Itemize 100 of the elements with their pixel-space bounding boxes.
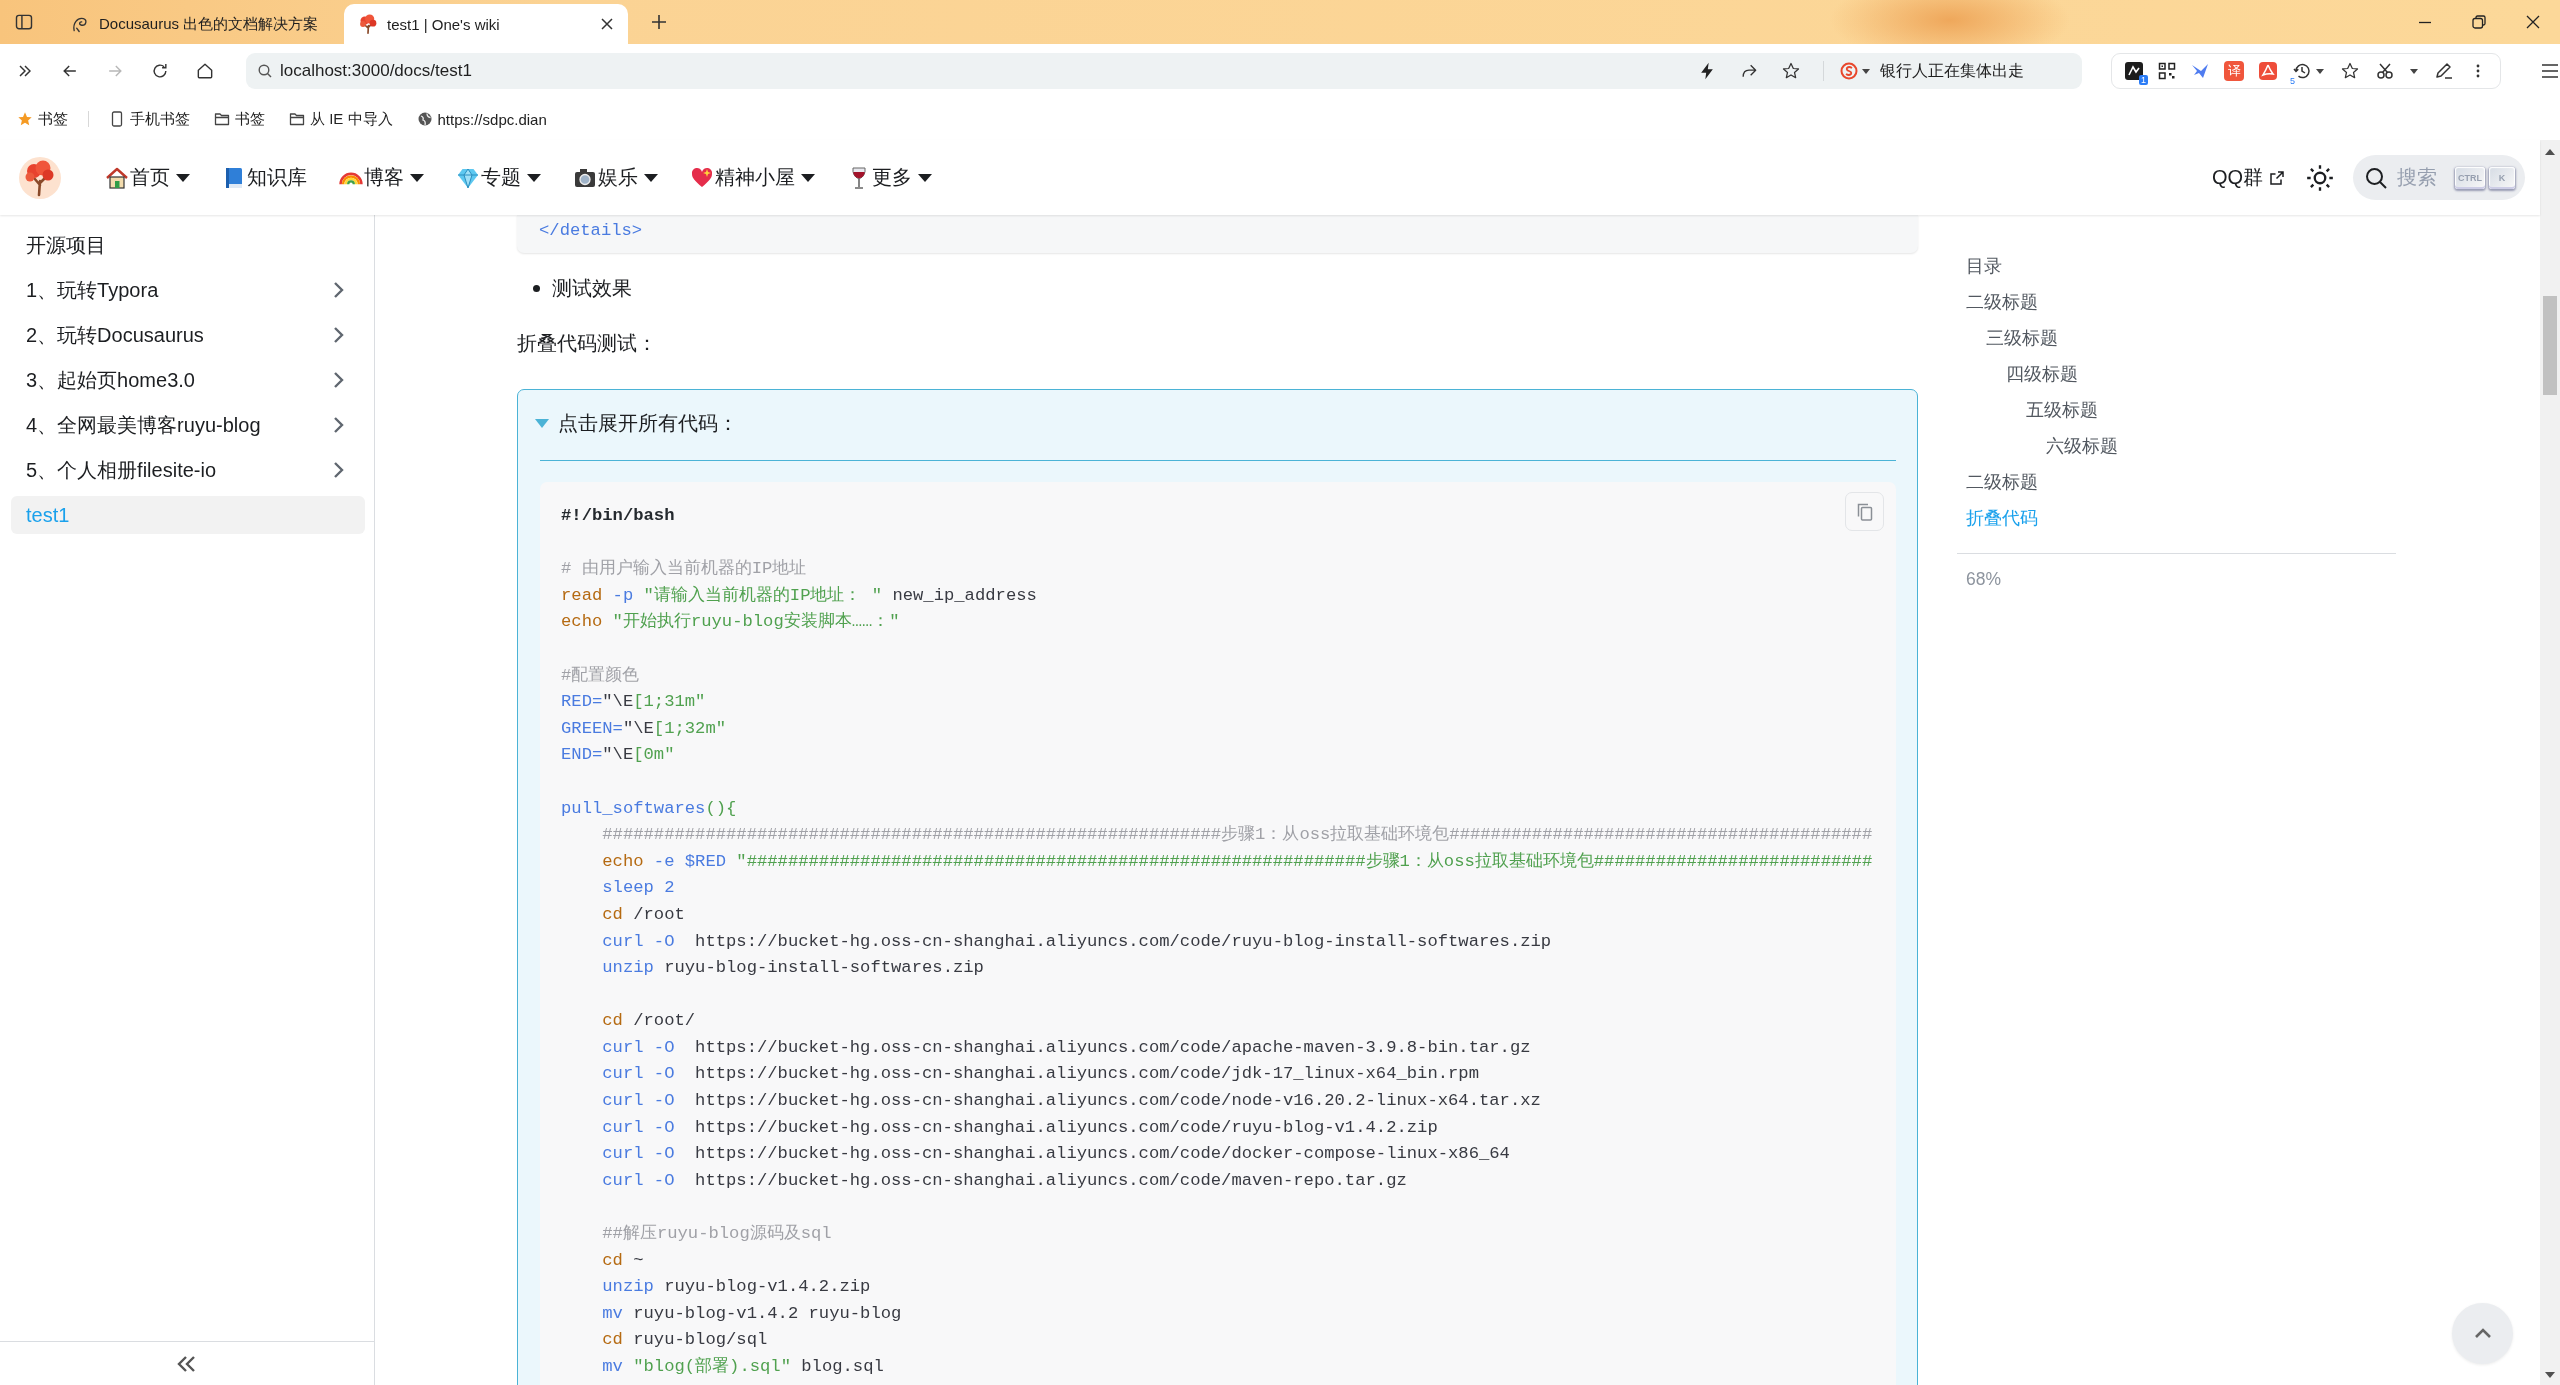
sidebar-link[interactable]: 4、全网最美博客ruyu-blog [11, 406, 365, 444]
code-line: unzip ruyu-blog-v1.4.2.zip [602, 1276, 871, 1299]
sidebar-toggle-icon[interactable] [14, 12, 34, 32]
paragraph: 折叠代码测试： [517, 331, 658, 356]
theme-toggle-sun-icon[interactable] [2306, 163, 2334, 192]
toc-link[interactable]: 五级标题 [2017, 392, 2098, 428]
code-line: GREEN="\E[1;32m" [561, 717, 727, 740]
keyboard-key: K [2489, 166, 2515, 189]
toc-link[interactable]: 目录 [1957, 248, 2002, 284]
nav-link[interactable]: 精神小屋 [674, 157, 831, 198]
code-line: curl -O https://bucket-hg.oss-cn-shanghai.aliyuncs.com/code/maven-repo.tar.gz [602, 1169, 1407, 1192]
star-icon[interactable] [1781, 61, 1801, 81]
code-line: curl -O https://bucket-hg.oss-cn-shanghai.aliyuncs.com/code/ruyu-blog-install-softwares.zip [602, 930, 1552, 953]
nav-link[interactable]: 更多 [831, 157, 948, 198]
code-line: read -p "请输入当前机器的IP地址： " new_ip_address [561, 584, 1037, 607]
close-window-icon[interactable] [2525, 14, 2541, 30]
home-icon[interactable] [195, 61, 215, 81]
star-icon[interactable] [2340, 61, 2360, 81]
phone-icon [109, 111, 125, 127]
code-line: curl -O https://bucket-hg.oss-cn-shanghai.aliyuncs.com/code/apache-maven-3.9.8-bin.tar.gz [602, 1036, 1531, 1059]
sidebar-link[interactable]: 2、玩转Docusaurus [11, 316, 365, 354]
caret-icon[interactable] [1862, 68, 1870, 74]
reload-icon[interactable] [150, 61, 170, 81]
bookmark-link[interactable]: 手机书签 [109, 109, 190, 129]
code-line: pull_softwares(){ [561, 797, 737, 820]
code-line: cd /root/ [602, 1010, 696, 1033]
scroll-down-arrow-icon[interactable] [2545, 1372, 2555, 1378]
menu-icon[interactable] [2540, 61, 2560, 81]
nav-link[interactable]: 娱乐 [557, 157, 674, 198]
toc-link[interactable]: 二级标题 [1957, 284, 2038, 320]
folder-icon [214, 111, 230, 127]
code-line: mv ruyu-blog-v1.4.2 ruyu-blog [602, 1302, 902, 1325]
tree-logo[interactable] [19, 156, 61, 199]
nav-link[interactable]: 专题 [440, 157, 557, 198]
count-badge: 1 [2139, 75, 2148, 85]
rainbow-icon [339, 170, 363, 185]
toc-link[interactable]: 三级标题 [1977, 320, 2058, 356]
nav-link[interactable]: 知识库 [206, 157, 323, 198]
folder-icon [289, 111, 305, 127]
code-line: </details> [539, 220, 643, 242]
restore-icon[interactable] [2471, 14, 2487, 30]
nav-link[interactable]: 首页 [89, 157, 206, 198]
bookmarks-menu-button[interactable]: 书签 [17, 109, 68, 129]
toc-link[interactable]: 四级标题 [1997, 356, 2078, 392]
qq-group-link[interactable]: QQ群 [2211, 157, 2284, 198]
house-icon [105, 165, 129, 190]
sidebar-link[interactable]: 5、个人相册filesite-io [11, 451, 365, 489]
bookmark-link[interactable]: https://sdpc.dian [416, 110, 547, 128]
search-engine-icon[interactable] [1840, 62, 1858, 80]
bookmark-link[interactable]: 书签 [214, 109, 265, 129]
code-line: #配置颜色 [561, 664, 640, 687]
code-line: #!/bin/bash [561, 505, 675, 527]
details-summary[interactable]: 点击展开所有代码： [535, 407, 738, 440]
browser-tab[interactable]: Docusaurus 出色的文档解决方案 [56, 4, 340, 44]
pen-icon[interactable] [2434, 61, 2454, 81]
code-line: cd /root [602, 903, 685, 926]
code-line: curl -O https://bucket-hg.oss-cn-shanghai.aliyuncs.com/code/docker-compose-linux-x86_64 [602, 1143, 1510, 1166]
code-line: echo -e $RED "############################################################步骤1：从oss拉取基础环境包########################### [602, 850, 1873, 873]
percentage-text: 68% [1965, 568, 2002, 591]
code-line: curl -O https://bucket-hg.oss-cn-shanghai.aliyuncs.com/code/node-v16.20.2-linux-x64.tar.xz [602, 1090, 1541, 1113]
scissors-icon[interactable] [2376, 61, 2396, 81]
toc-link[interactable]: 六级标题 [2037, 428, 2118, 464]
copy-button[interactable] [1845, 492, 1884, 531]
close-tab-icon[interactable] [600, 17, 614, 31]
code-line: echo "开始执行ruyu-blog安装脚本……：" [561, 610, 900, 634]
new-tab-icon[interactable] [650, 13, 668, 31]
scroll-up-arrow-icon[interactable] [2545, 149, 2555, 155]
sidebar-link[interactable]: 开源项目 [11, 226, 365, 264]
bullet-icon [533, 285, 540, 292]
triangle-tile-icon[interactable] [2258, 61, 2278, 81]
tree-icon [358, 14, 378, 34]
code-line: curl -O https://bucket-hg.oss-cn-shanghai.aliyuncs.com/code/ruyu-blog-v1.4.2.zip [602, 1116, 1438, 1139]
heart-icon [690, 165, 714, 190]
search-icon [257, 63, 273, 79]
nav-link[interactable]: 博客 [323, 157, 440, 198]
browser-tab[interactable]: test1 | One's wiki [344, 4, 628, 44]
code-line: sleep 2 [602, 877, 675, 900]
code-line: curl -O https://bucket-hg.oss-cn-shanghai.aliyuncs.com/code/jdk-17_linux-x64_bin.rpm [602, 1063, 1479, 1086]
code-line: ############################################################步骤1：从oss拉取基础环境包######################################### [602, 823, 1873, 847]
globe-icon [416, 111, 433, 127]
star-icon [17, 111, 33, 127]
code-line: mv "blog(部署).sql" blog.sql [602, 1356, 884, 1378]
scrollbar-thumb[interactable] [2543, 296, 2557, 395]
toc-link[interactable]: 二级标题 [1957, 464, 2038, 500]
qr-code-icon[interactable] [2158, 62, 2176, 80]
code-line: cd ~ [602, 1249, 644, 1272]
caret-icon[interactable] [2410, 68, 2418, 74]
address-bar[interactable]: localhost:3000/docs/test1 银行人正在集体出走 [246, 53, 2082, 89]
caret-icon[interactable] [2316, 68, 2324, 74]
code-line: cd ruyu-blog/sql [602, 1329, 768, 1352]
external-link-icon [2270, 170, 2284, 185]
bookmark-link[interactable]: 从 IE 中导入 [289, 109, 393, 129]
sidebar-link[interactable]: 1、玩转Typora [11, 271, 365, 309]
code-line: unzip ruyu-blog-install-softwares.zip [602, 957, 984, 980]
sidebar-link[interactable]: 3、起始页home3.0 [11, 361, 365, 399]
hot-search-link[interactable]: 银行人正在集体出走 [1880, 60, 2024, 82]
code-line: ##解压ruyu-blog源码及sql [602, 1223, 832, 1246]
code-line: END="\E[0m" [561, 744, 675, 767]
scrollbar-track[interactable] [2540, 140, 2560, 1385]
extension-icon[interactable] [2124, 61, 2144, 81]
